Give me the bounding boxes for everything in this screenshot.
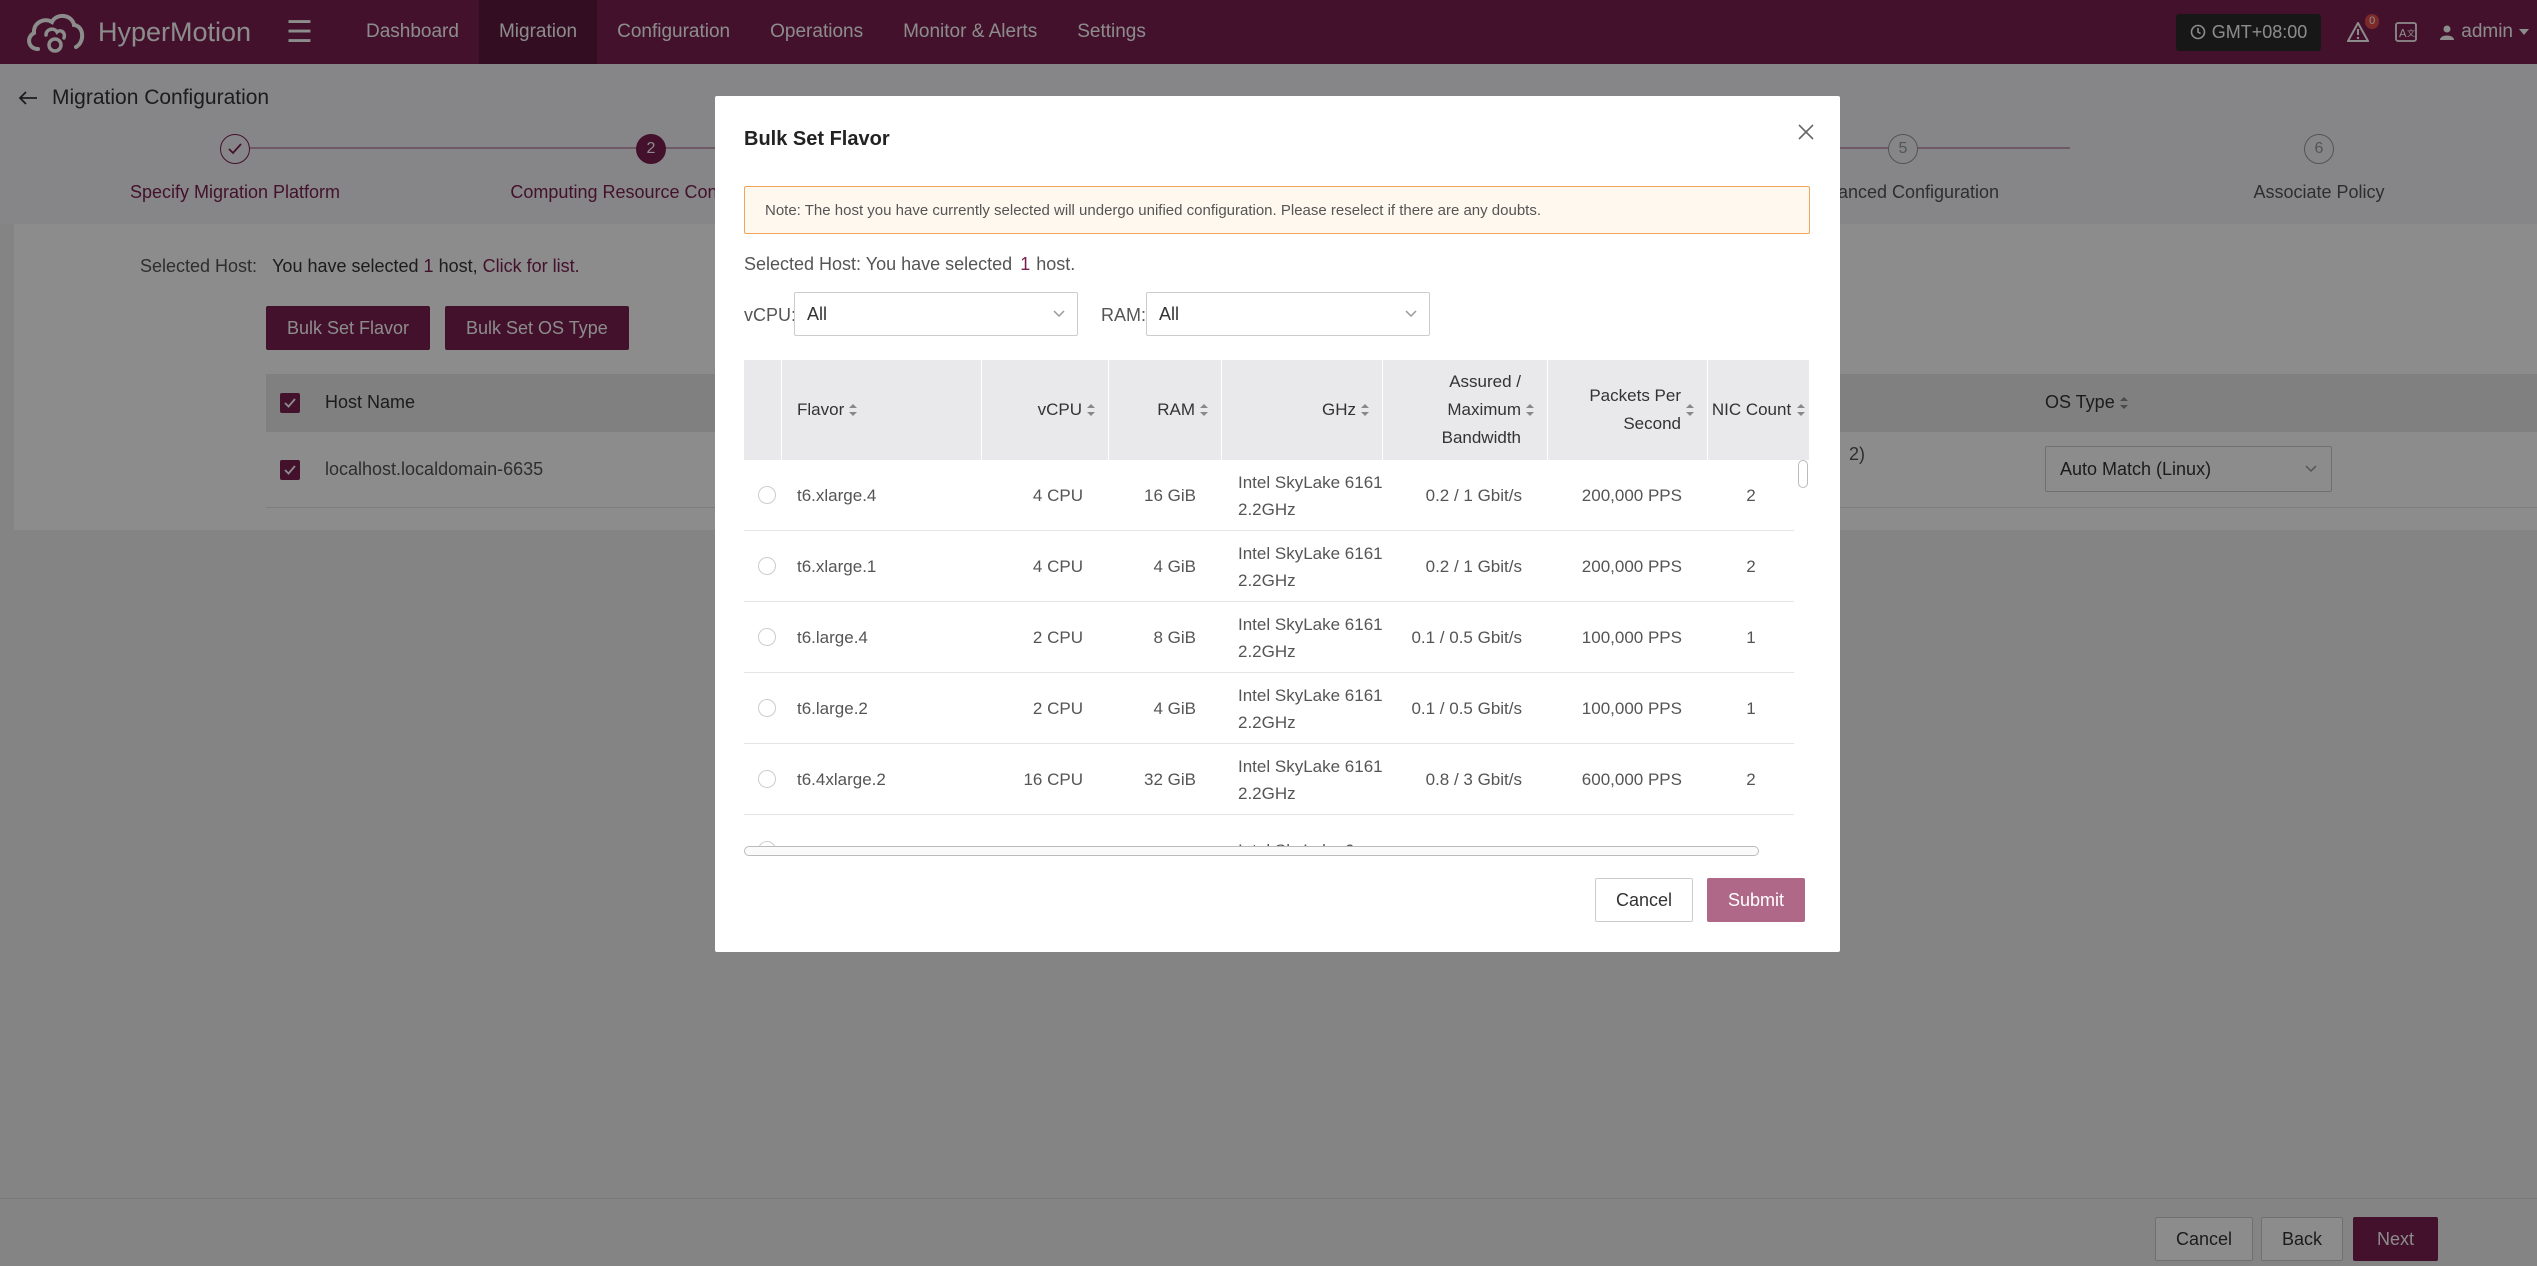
ram-filter-label: RAM: [1101,305,1146,325]
col-vcpu[interactable]: vCPU [982,360,1109,460]
col-vcpu-label: vCPU [1037,400,1082,419]
cell-ram [1109,815,1222,850]
vcpu-filter-value: All [807,303,828,324]
cell-nic: 1 [1746,627,1756,647]
cell-vcpu: 16 CPU [1023,769,1083,789]
table-row[interactable]: Intel SkyLake 6 [744,815,1794,850]
flavor-table: Flavor vCPU RAM GHz Assured / Maximum Ba… [744,360,1810,850]
chevron-down-icon [1405,310,1417,318]
col-ghz-label: GHz [1322,400,1356,419]
dialog-title: Bulk Set Flavor [744,128,890,150]
vcpu-filter-label: vCPU: [744,305,797,325]
sort-icon [1360,403,1370,417]
dialog-cancel-button[interactable]: Cancel [1595,878,1694,922]
cell-bandwidth: 0.2 / 1 Gbit/s [1425,485,1522,505]
cell-flavor: t6.xlarge.1 [797,556,877,576]
table-row[interactable]: t6.large.4 2 CPU 8 GiB Intel SkyLake 6161 2… [744,602,1794,673]
table-row[interactable]: t6.xlarge.4 4 CPU 16 GiB Intel SkyLake 6161… [744,460,1794,531]
col-ram[interactable]: RAM [1109,360,1222,460]
table-row[interactable]: t6.large.2 2 CPU 4 GiB Intel SkyLake 6161 2… [744,673,1794,744]
cell-pps: 200,000 PPS [1581,556,1682,576]
cell-ghz: Intel SkyLake 6161 2.2GHz [1238,543,1383,590]
bulk-set-flavor-dialog: Bulk Set Flavor Note: The host you have … [715,96,1840,952]
cell-nic: 2 [1746,769,1756,789]
cell-vcpu: 2 CPU [1032,627,1083,647]
cell-pps: 600,000 PPS [1581,769,1682,789]
cell-pps: 100,000 PPS [1581,627,1682,647]
ram-filter-value: All [1159,303,1180,324]
cell-bandwidth: 0.1 / 0.5 Gbit/s [1411,698,1522,718]
dialog-selected-prefix: Selected Host: You have selected [744,254,1013,274]
vcpu-filter-select[interactable]: All [794,292,1078,336]
col-bandwidth[interactable]: Assured / Maximum Bandwidth [1383,360,1548,460]
col-pps[interactable]: Packets Per Second [1548,360,1708,460]
cell-ram: 4 GiB [1153,698,1196,718]
cell-flavor: t6.xlarge.4 [797,485,877,505]
col-nic-count-label: NIC Count [1711,400,1792,419]
cell-pps: 100,000 PPS [1581,698,1682,718]
cell-vcpu: 4 CPU [1032,485,1083,505]
cell-bandwidth: 0.2 / 1 Gbit/s [1425,556,1522,576]
flavor-radio[interactable] [758,486,776,504]
col-ram-label: RAM [1157,400,1195,419]
cell-flavor: t6.large.4 [797,627,868,647]
cell-bandwidth: 0.8 / 3 Gbit/s [1425,769,1522,789]
flavor-radio[interactable] [758,557,776,575]
col-flavor-label: Flavor [797,400,845,419]
cell-bandwidth: 0.1 / 0.5 Gbit/s [1411,627,1522,647]
dialog-selected-suffix: host. [1036,254,1076,274]
sort-icon [1796,403,1806,417]
flavor-radio[interactable] [758,770,776,788]
chevron-down-icon [1053,310,1065,318]
sort-icon [1685,403,1695,417]
cell-ram: 16 GiB [1144,485,1196,505]
dialog-submit-button[interactable]: Submit [1707,878,1806,922]
flavor-table-body: t6.xlarge.4 4 CPU 16 GiB Intel SkyLake 6161… [744,460,1794,850]
cell-ghz: Intel SkyLake 6 [1222,815,1383,850]
cell-nic [1708,815,1794,850]
warning-note: Note: The host you have currently select… [744,186,1810,234]
cell-ghz: Intel SkyLake 6161 2.2GHz [1238,756,1383,803]
sort-icon [1086,403,1096,417]
ram-filter-select[interactable]: All [1146,292,1430,336]
cell-pps [1548,815,1708,850]
flavor-radio[interactable] [758,628,776,646]
table-row[interactable]: t6.xlarge.1 4 CPU 4 GiB Intel SkyLake 6161 … [744,531,1794,602]
cell-nic: 2 [1746,556,1756,576]
col-radio [744,360,782,460]
cell-nic: 1 [1746,698,1756,718]
cell-vcpu: 2 CPU [1032,698,1083,718]
cell-vcpu: 4 CPU [1032,556,1083,576]
cell-pps: 200,000 PPS [1581,485,1682,505]
cell-flavor: t6.4xlarge.2 [797,769,886,789]
cell-bandwidth [1383,815,1548,850]
sort-icon [1525,403,1535,417]
cell-ghz: Intel SkyLake 6161 2.2GHz [1238,614,1383,661]
col-bandwidth-label: Assured / Maximum Bandwidth [1441,372,1521,447]
cell-ram: 8 GiB [1153,627,1196,647]
cell-vcpu [982,815,1109,850]
dialog-selected-host: Selected Host: You have selected 1 host. [744,254,1075,275]
vertical-scrollbar[interactable] [1798,460,1808,488]
close-icon[interactable] [1798,124,1814,145]
col-pps-label: Packets Per Second [1589,386,1681,433]
sort-icon [848,403,858,417]
col-nic-count[interactable]: NIC Count [1708,360,1810,460]
dialog-selected-count: 1 [1020,254,1031,274]
cell-flavor [782,815,982,850]
cell-nic: 2 [1746,485,1756,505]
table-row[interactable]: t6.4xlarge.2 16 CPU 32 GiB Intel SkyLake 61… [744,744,1794,815]
col-flavor[interactable]: Flavor [782,360,982,460]
flavor-radio[interactable] [758,699,776,717]
cell-ram: 32 GiB [1144,769,1196,789]
cell-ram: 4 GiB [1153,556,1196,576]
sort-icon [1199,403,1209,417]
cell-ghz: Intel SkyLake 6161 2.2GHz [1238,472,1383,519]
cell-ghz: Intel SkyLake 6161 2.2GHz [1238,685,1383,732]
flavor-table-header: Flavor vCPU RAM GHz Assured / Maximum Ba… [744,360,1810,460]
cell-flavor: t6.large.2 [797,698,868,718]
horizontal-scrollbar[interactable] [744,846,1759,856]
col-ghz[interactable]: GHz [1222,360,1383,460]
